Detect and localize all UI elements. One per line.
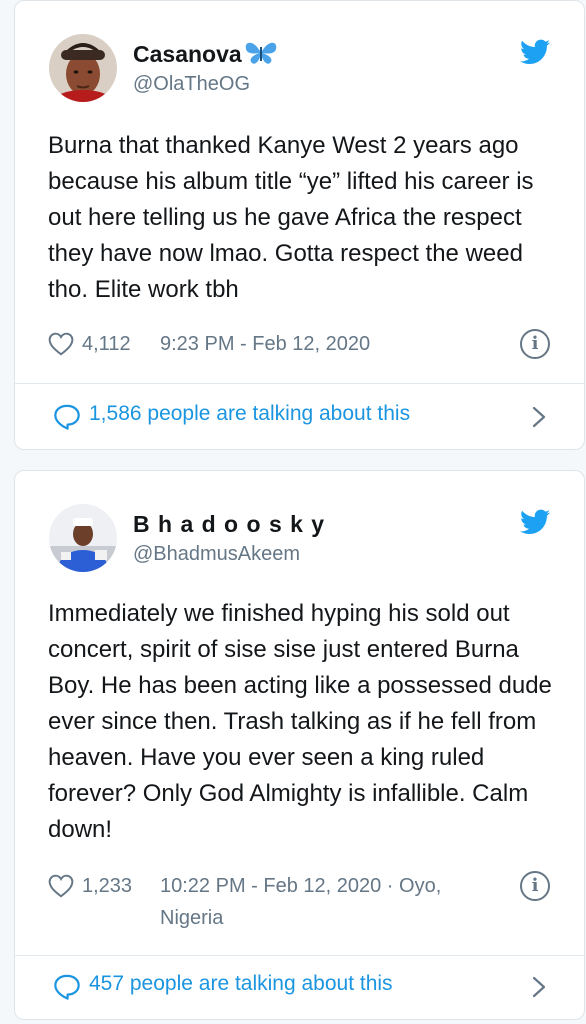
tweet-card[interactable]: B h a d o o s k y @BhadmusAkeem Immediat… [14,470,585,1020]
tweet-meta: 4,112 9:23 PM - Feb 12, 2020 i [48,328,564,360]
speech-bubble-icon [54,404,80,430]
tweet-card[interactable]: Casanova @OlaTheOG Burna that thanked Ka… [14,0,585,450]
heart-icon[interactable] [48,332,74,356]
tweet-meta: 1,233 10:22 PM - Feb 12, 2020 · Oyo, Nig… [48,870,564,934]
twitter-bird-icon[interactable] [520,39,550,65]
like-count[interactable]: 4,112 [82,328,131,360]
chevron-right-icon[interactable] [532,976,546,998]
tweet-text: Immediately we finished hyping his sold … [48,600,552,843]
tweet-text: Burna that thanked Kanye West 2 years ag… [48,132,534,303]
avatar[interactable] [49,34,117,102]
divider [15,383,584,384]
user-handle[interactable]: @BhadmusAkeem [133,543,300,566]
timestamp[interactable]: 9:23 PM - Feb 12, 2020 [160,328,370,360]
conversation-link[interactable]: 1,586 people are talking about this [15,386,584,446]
speech-bubble-icon [54,974,80,1000]
conversation-count[interactable]: 1,586 people are talking about this [89,402,410,426]
heart-icon[interactable] [48,874,74,898]
display-name[interactable]: B h a d o o s k y [133,511,325,538]
butterfly-emoji [245,42,276,64]
like-count[interactable]: 1,233 [82,870,132,902]
conversation-link[interactable]: 457 people are talking about this [15,956,584,1016]
display-name[interactable]: Casanova [133,41,278,68]
location[interactable]: Nigeria [160,902,223,934]
twitter-bird-icon[interactable] [520,509,550,535]
timestamp[interactable]: 10:22 PM - Feb 12, 2020 · Oyo, [160,870,441,902]
chevron-right-icon[interactable] [532,406,546,428]
avatar[interactable] [49,504,117,572]
user-handle[interactable]: @OlaTheOG [133,73,250,96]
conversation-count[interactable]: 457 people are talking about this [89,972,393,996]
info-icon[interactable]: i [520,329,550,359]
info-icon[interactable]: i [520,871,550,901]
